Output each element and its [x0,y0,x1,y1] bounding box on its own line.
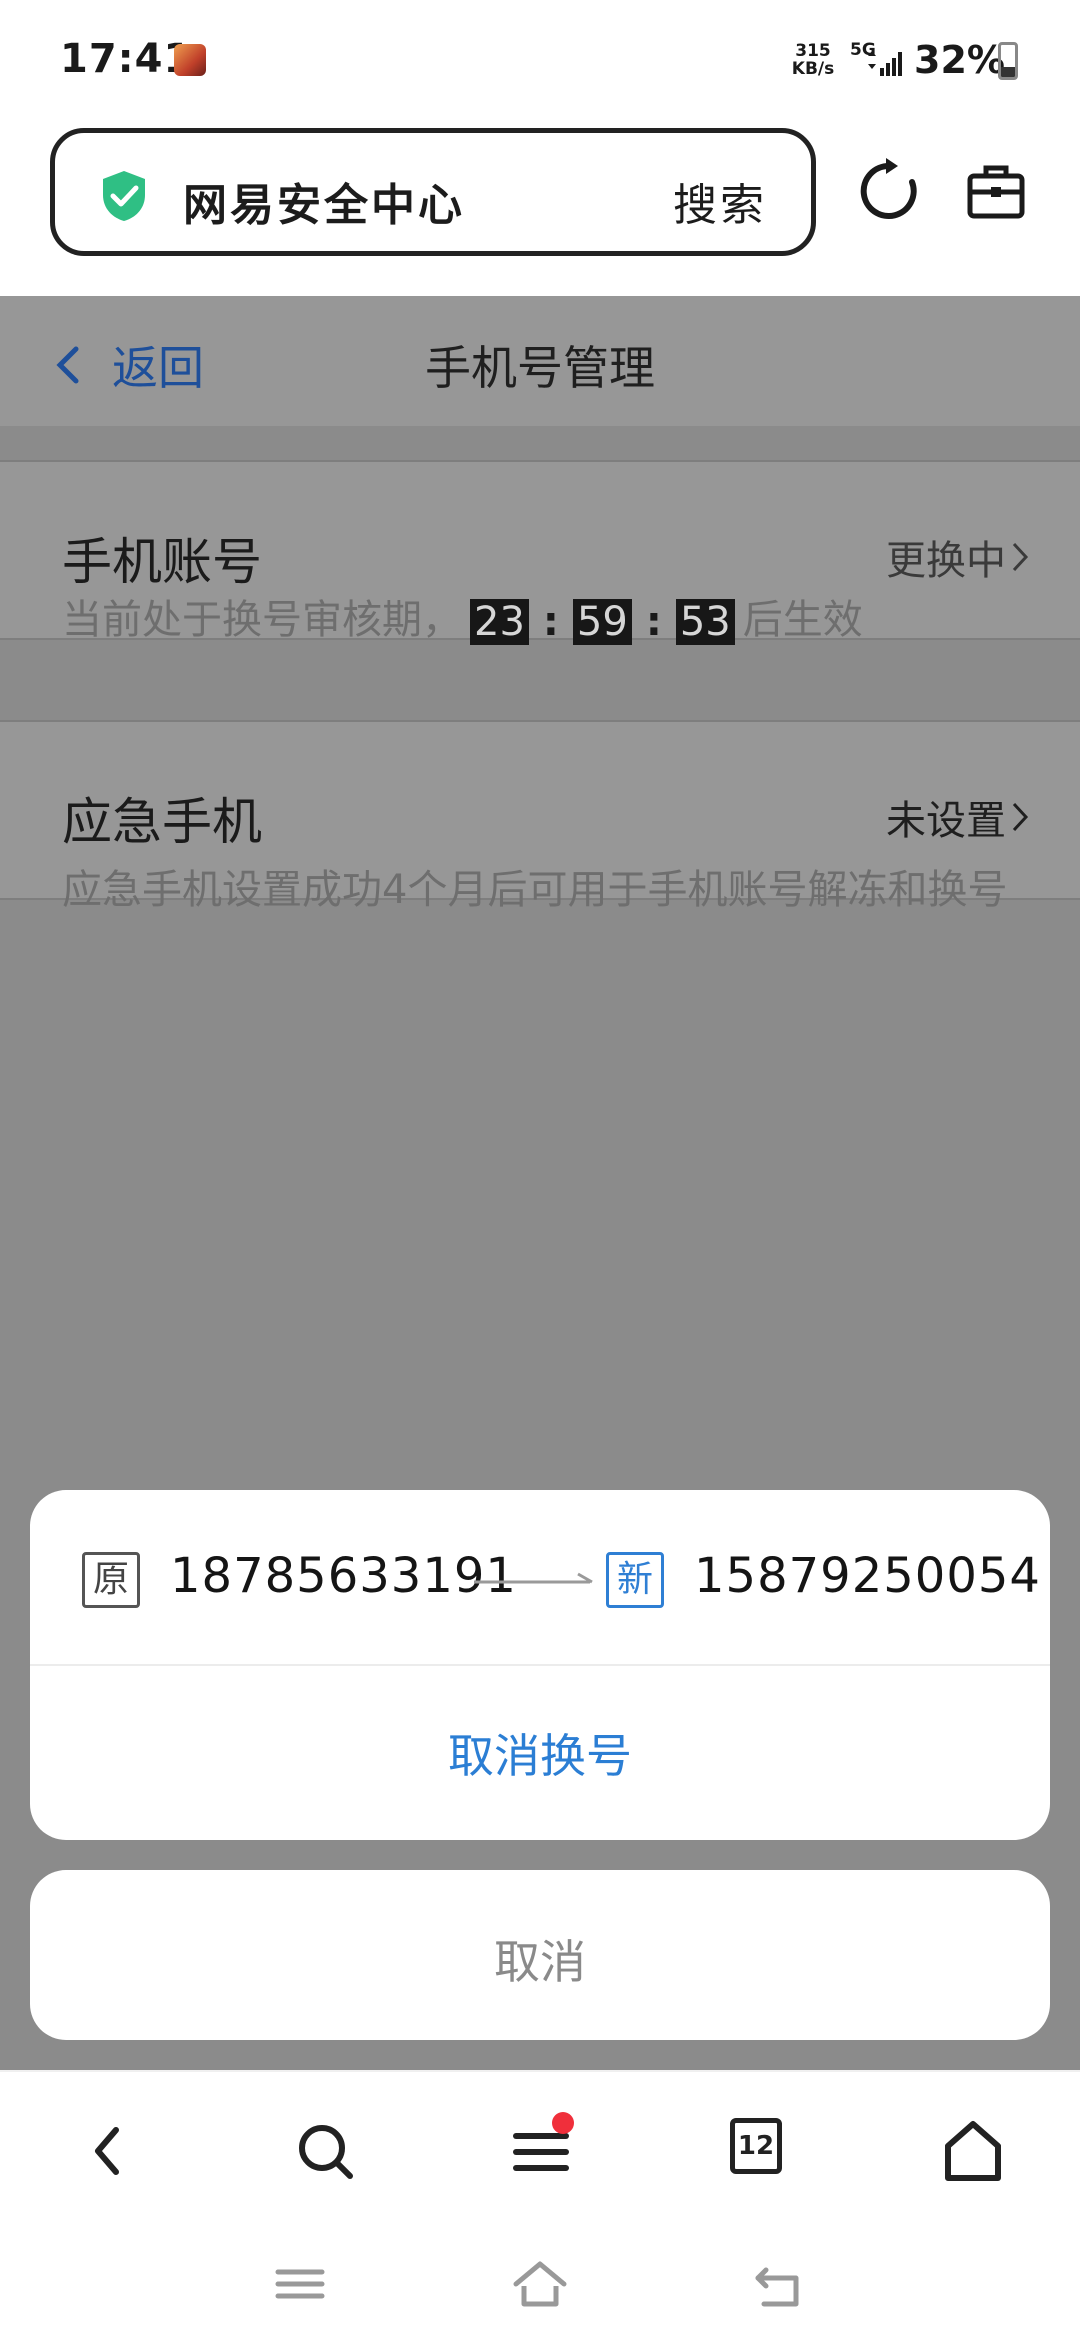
system-navigation-bar [0,2220,1080,2344]
timer-separator: : [645,599,662,645]
arrow-right-icon [474,1572,593,1584]
address-text[interactable]: 网易安全中心 [183,169,465,233]
timer-minutes: 59 [572,599,632,645]
back-icon[interactable] [72,2116,142,2186]
network-speed-value: 315 [795,41,831,61]
refresh-icon[interactable] [858,158,920,224]
new-number-tag: 新 [606,1552,664,1608]
cancel-button[interactable]: 取消 [30,1926,1050,1992]
chevron-right-icon [1012,802,1029,832]
cancel-sheet-card: 取消 [30,1870,1050,2040]
phone-account-label: 手机账号 [62,533,262,591]
network-speed: 315 KB/s [788,42,838,78]
notification-dot [552,2112,574,2134]
status-bar: 17:41 315 KB/s 5G 32% [0,0,1080,120]
cancel-change-button[interactable]: 取消换号 [30,1720,1050,1786]
search-button[interactable]: 搜索 [673,169,767,233]
timer-hours: 23 [470,599,529,645]
system-home-icon[interactable] [512,2256,568,2312]
timer-separator: : [542,599,559,645]
number-change-row: 原 18785633191 新 15879250054 [30,1490,1050,1666]
network-speed-unit: KB/s [791,59,835,79]
page-title: 手机号管理 [425,341,655,395]
timer-seconds: 53 [675,599,735,645]
page-nav-bar: 返回 手机号管理 [0,296,1080,426]
browser-top-bar: 网易安全中心 搜索 [0,120,1080,296]
emergency-phone-label: 应急手机 [62,793,262,851]
review-note: 当前处于换号审核期， 23:59:53 后生效 [62,590,863,652]
phone-account-status[interactable]: 更换中 [886,528,1030,586]
shield-check-icon [103,171,145,221]
home-icon[interactable] [938,2116,1008,2186]
battery-icon [998,42,1018,80]
review-note-prefix: 当前处于换号审核期， [62,597,462,643]
toolbox-icon[interactable] [966,162,1026,220]
emergency-phone-status[interactable]: 未设置 [886,788,1030,846]
system-back-icon[interactable] [752,2256,808,2312]
browser-bottom-toolbar: 12 [0,2070,1080,2220]
recent-apps-icon[interactable] [272,2256,328,2312]
emergency-phone-value: 未设置 [886,798,1006,844]
change-number-sheet: 原 18785633191 新 15879250054 取消换号 [30,1490,1050,1840]
emergency-note: 应急手机设置成功4个月后可用于手机账号解冻和换号 [62,867,1008,913]
signal-icon [868,51,902,76]
search-icon[interactable] [290,2116,360,2186]
status-time: 17:41 [60,36,193,82]
phone-account-value: 更换中 [886,538,1006,584]
battery-percent: 32% [914,38,1005,82]
tabs-icon[interactable]: 12 [730,2118,782,2174]
app-notification-icon [174,44,206,76]
old-number-tag: 原 [82,1552,140,1608]
old-number: 18785633191 [170,1548,517,1604]
new-number: 15879250054 [694,1548,1041,1604]
chevron-right-icon [1012,542,1029,572]
review-note-suffix: 后生效 [742,597,863,643]
address-bar[interactable]: 网易安全中心 搜索 [50,128,816,256]
